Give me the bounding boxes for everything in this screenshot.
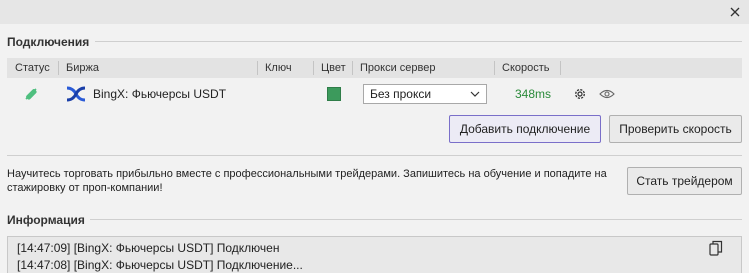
info-divider: [90, 219, 742, 220]
bingx-logo-icon: [66, 82, 86, 106]
section-divider: [7, 155, 742, 156]
log-line: [14:47:08] [BingX: Фьючерсы USDT] Подклю…: [17, 258, 303, 272]
gear-icon[interactable]: [573, 82, 587, 106]
connections-title: Подключения: [7, 35, 90, 49]
connections-divider: [95, 41, 742, 42]
connections-table-header: Статус Биржа Ключ Цвет Прокси сервер Ско…: [7, 58, 742, 78]
column-separator: [560, 61, 561, 75]
close-icon[interactable]: [725, 2, 745, 22]
become-trader-button[interactable]: Стать трейдером: [627, 167, 742, 195]
title-bar: [0, 0, 749, 24]
column-speed: Скорость: [502, 62, 550, 74]
column-status: Статус: [15, 62, 50, 74]
info-title: Информация: [7, 213, 85, 227]
chevron-down-icon: [470, 91, 480, 97]
connected-plug-icon: [24, 82, 38, 106]
color-swatch[interactable]: [327, 82, 341, 106]
check-speed-button[interactable]: Проверить скорость: [609, 115, 742, 143]
column-exchange: Биржа: [66, 62, 99, 74]
column-color: Цвет: [321, 62, 346, 74]
exchange-name: BingX: Фьючерсы USDT: [93, 87, 227, 101]
eye-icon[interactable]: [599, 82, 615, 106]
promo-text: Научитесь торговать прибыльно вместе с п…: [7, 168, 607, 194]
column-proxy: Прокси сервер: [360, 62, 436, 74]
log-line: [14:47:09] [BingX: Фьючерсы USDT] Подклю…: [17, 241, 280, 255]
connection-row[interactable]: BingX: Фьючерсы USDT Без прокси 348ms: [7, 82, 742, 106]
proxy-select-value: Без прокси: [370, 87, 432, 101]
info-log[interactable]: [14:47:09] [BingX: Фьючерсы USDT] Подклю…: [7, 236, 742, 273]
copy-icon[interactable]: [709, 240, 725, 258]
connection-speed: 348ms: [515, 87, 552, 101]
proxy-select[interactable]: Без прокси: [363, 82, 487, 106]
add-connection-button[interactable]: Добавить подключение: [449, 115, 601, 143]
column-key: Ключ: [265, 62, 292, 74]
